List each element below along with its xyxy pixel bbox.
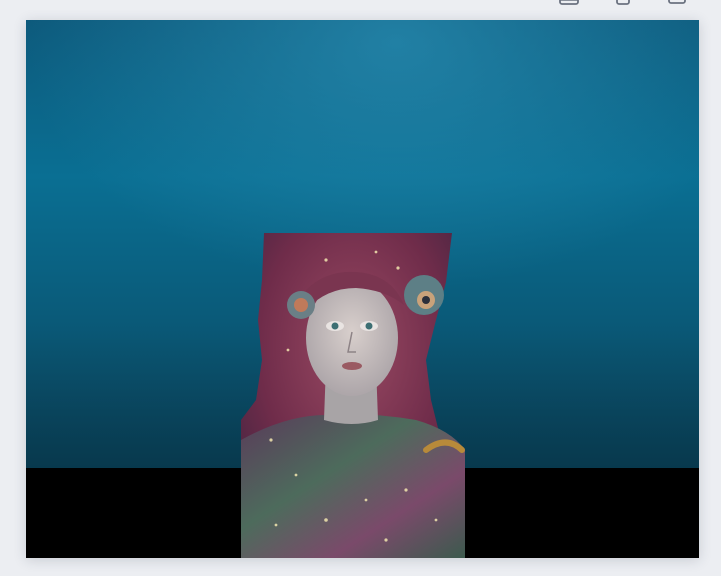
top-toolbar: [559, 0, 687, 6]
crop-icon[interactable]: [559, 0, 579, 6]
composite-image: [26, 20, 699, 558]
image-preview-card[interactable]: [26, 20, 699, 558]
phone-icon[interactable]: [613, 0, 633, 6]
editor-page: [0, 0, 721, 576]
screen-icon[interactable]: [667, 0, 687, 6]
